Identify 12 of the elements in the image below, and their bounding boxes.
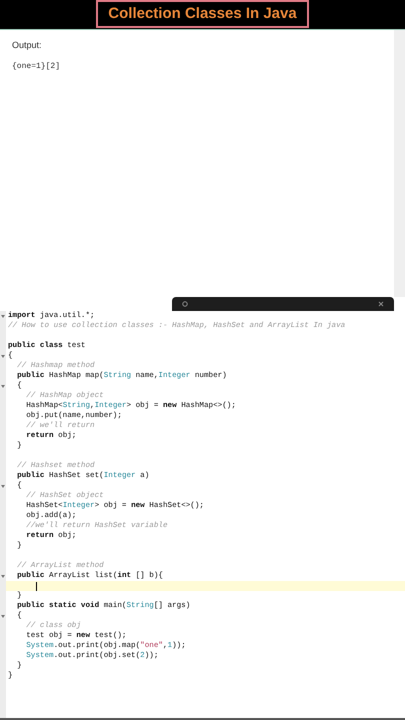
close-icon[interactable] (378, 301, 384, 307)
text-cursor (36, 582, 37, 590)
editor-gutter (0, 681, 6, 718)
fold-icon[interactable] (1, 354, 5, 358)
fold-icon[interactable] (1, 574, 5, 578)
fold-icon[interactable] (1, 314, 5, 318)
fold-icon[interactable] (1, 614, 5, 618)
output-text: {one=1}[2] (12, 60, 62, 72)
fold-icon[interactable] (1, 484, 5, 488)
video-title: Collection Classes In Java (96, 0, 309, 28)
fold-icon[interactable] (1, 384, 5, 388)
output-label: Output: (12, 39, 43, 52)
